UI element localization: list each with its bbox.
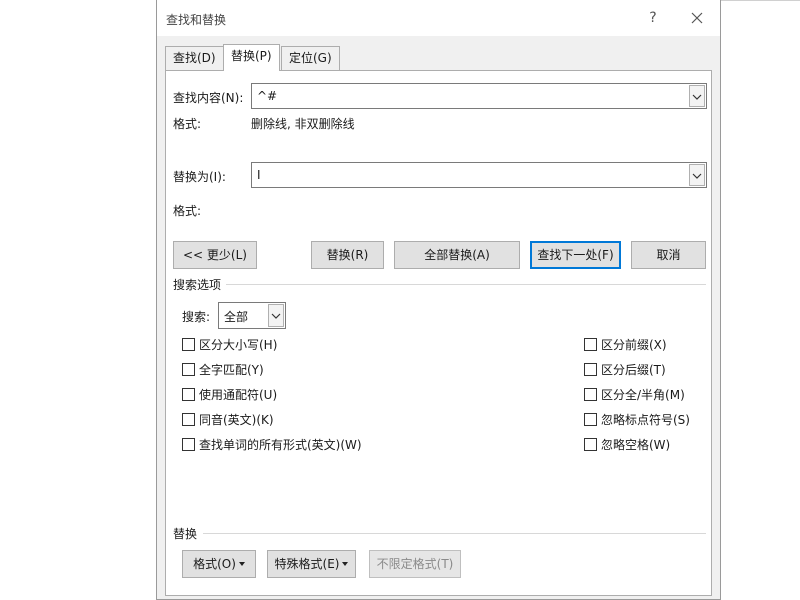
checkbox-label: 查找单词的所有形式(英文)(W) <box>199 438 362 452</box>
match-width-checkbox[interactable]: 区分全/半角(M) <box>584 386 685 402</box>
search-direction-dropdown[interactable] <box>268 304 284 327</box>
find-next-button[interactable]: 查找下一处(F) <box>530 241 621 269</box>
replace-all-button[interactable]: 全部替换(A) <box>394 241 520 269</box>
search-direction-select[interactable]: 全部 <box>218 302 286 329</box>
find-what-combo[interactable]: ^# <box>251 83 707 109</box>
checkbox-box[interactable] <box>584 413 597 426</box>
search-options-heading: 搜索选项 <box>173 278 222 292</box>
tab-find[interactable]: 查找(D) <box>165 46 224 70</box>
find-what-value: ^# <box>257 89 278 103</box>
replace-button[interactable]: 替换(R) <box>311 241 384 269</box>
ignore-punctuation-checkbox[interactable]: 忽略标点符号(S) <box>584 411 690 427</box>
replace-with-combo[interactable]: I <box>251 162 707 188</box>
replace-with-dropdown[interactable] <box>689 164 705 186</box>
caret-down-icon <box>238 562 245 566</box>
find-replace-dialog: 查找和替换 ? 查找(D) 替换(P) 定位(G) 查找内容(N): ^# 格式… <box>156 0 721 600</box>
title-bar[interactable]: 查找和替换 ? <box>157 0 720 36</box>
match-suffix-checkbox[interactable]: 区分后缀(T) <box>584 361 666 377</box>
replace-with-value: I <box>257 168 261 182</box>
replace-section-heading: 替换 <box>173 527 198 541</box>
chevron-down-icon <box>692 94 702 100</box>
help-button[interactable]: ? <box>641 8 665 28</box>
checkbox-box[interactable] <box>182 363 195 376</box>
close-button[interactable] <box>685 8 709 28</box>
match-case-checkbox[interactable]: 区分大小写(H) <box>182 336 277 352</box>
checkbox-label: 忽略空格(W) <box>601 438 671 452</box>
dialog-title: 查找和替换 <box>166 13 227 27</box>
close-icon <box>691 12 703 24</box>
special-format-button[interactable]: 特殊格式(E) <box>267 550 356 578</box>
checkbox-box[interactable] <box>584 363 597 376</box>
match-prefix-checkbox[interactable]: 区分前缀(X) <box>584 336 667 352</box>
format-button[interactable]: 格式(O) <box>182 550 256 578</box>
chevron-down-icon <box>692 173 702 179</box>
caret-down-icon <box>342 562 349 566</box>
checkbox-label: 区分大小写(H) <box>199 338 278 352</box>
search-options-divider <box>226 284 706 285</box>
replace-format-label: 格式: <box>173 204 202 218</box>
find-what-dropdown[interactable] <box>689 85 705 107</box>
find-format-value: 删除线, 非双删除线 <box>251 117 355 131</box>
format-button-label: 格式(O) <box>193 557 236 571</box>
checkbox-label: 全字匹配(Y) <box>199 363 264 377</box>
checkbox-box[interactable] <box>182 413 195 426</box>
checkbox-box[interactable] <box>182 438 195 451</box>
tab-goto[interactable]: 定位(G) <box>281 46 340 70</box>
checkbox-box[interactable] <box>584 438 597 451</box>
checkbox-label: 区分全/半角(M) <box>601 388 685 402</box>
checkbox-label: 使用通配符(U) <box>199 388 278 402</box>
all-word-forms-checkbox[interactable]: 查找单词的所有形式(英文)(W) <box>182 436 362 452</box>
checkbox-label: 忽略标点符号(S) <box>601 413 690 427</box>
whole-word-checkbox[interactable]: 全字匹配(Y) <box>182 361 264 377</box>
search-direction-label: 搜索: <box>182 310 211 324</box>
find-what-label: 查找内容(N): <box>173 91 244 105</box>
chevron-down-icon <box>271 313 281 319</box>
special-format-button-label: 特殊格式(E) <box>274 557 340 571</box>
cancel-button[interactable]: 取消 <box>631 241 706 269</box>
no-formatting-button[interactable]: 不限定格式(T) <box>369 550 461 578</box>
tab-replace[interactable]: 替换(P) <box>223 44 280 71</box>
use-wildcards-checkbox[interactable]: 使用通配符(U) <box>182 386 277 402</box>
ignore-whitespace-checkbox[interactable]: 忽略空格(W) <box>584 436 670 452</box>
checkbox-label: 区分后缀(T) <box>601 363 666 377</box>
replace-panel: 查找内容(N): ^# 格式: 删除线, 非双删除线 替换为(I): I 格式:… <box>165 70 712 596</box>
checkbox-label: 区分前缀(X) <box>601 338 667 352</box>
checkbox-box[interactable] <box>584 338 597 351</box>
checkbox-box[interactable] <box>584 388 597 401</box>
find-format-label: 格式: <box>173 117 202 131</box>
sounds-like-checkbox[interactable]: 同音(英文)(K) <box>182 411 274 427</box>
checkbox-box[interactable] <box>182 388 195 401</box>
search-direction-value: 全部 <box>224 310 249 324</box>
less-button[interactable]: << 更少(L) <box>173 241 257 269</box>
replace-with-label: 替换为(I): <box>173 170 226 184</box>
checkbox-box[interactable] <box>182 338 195 351</box>
replace-section-divider <box>203 533 706 534</box>
checkbox-label: 同音(英文)(K) <box>199 413 274 427</box>
